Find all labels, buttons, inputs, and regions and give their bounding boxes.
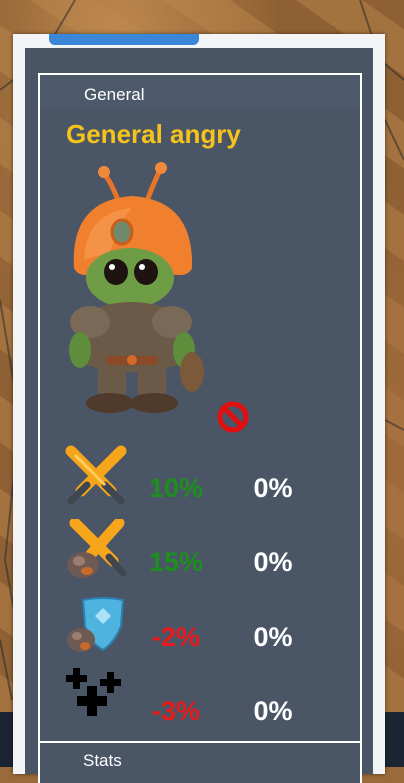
plus-crosses-icon	[66, 668, 121, 716]
bonus-percent: -2%	[151, 622, 200, 652]
general-section-header[interactable]: General	[40, 75, 360, 110]
panel-body: General General angry 10% 0% 15% 0% -2% …	[25, 48, 373, 783]
general-section-label: General	[84, 85, 145, 104]
alien-warrior-portrait	[69, 162, 204, 413]
bonus-row-attack: 10% 0%	[40, 445, 360, 511]
bonus-row-siege: 15% 0%	[40, 519, 360, 585]
bonus-row-health: -3% 0%	[40, 668, 360, 734]
panel-drag-handle[interactable]	[49, 34, 199, 45]
bonus-value: 0%	[253, 547, 293, 577]
general-info-panel: General General angry 10% 0% 15% 0% -2% …	[13, 34, 385, 783]
bonus-value: 0%	[253, 696, 293, 726]
stats-section-label: Stats	[83, 751, 122, 770]
general-name: General angry	[66, 119, 241, 149]
bonus-row-defense: -2% 0%	[40, 594, 360, 660]
swords-rock-icon	[67, 519, 127, 578]
shield-rock-icon	[67, 597, 125, 652]
stats-section-header[interactable]: Stats	[38, 741, 362, 783]
bonus-percent: 15%	[148, 547, 204, 577]
bonus-value: 0%	[253, 622, 293, 652]
crossed-swords-icon	[65, 445, 127, 505]
bonus-value: 0%	[253, 473, 293, 503]
prohibited-icon	[217, 401, 249, 433]
bonus-percent: 10%	[148, 473, 204, 503]
general-card: General General angry 10% 0% 15% 0% -2% …	[38, 73, 362, 743]
bonus-percent: -3%	[151, 696, 200, 726]
